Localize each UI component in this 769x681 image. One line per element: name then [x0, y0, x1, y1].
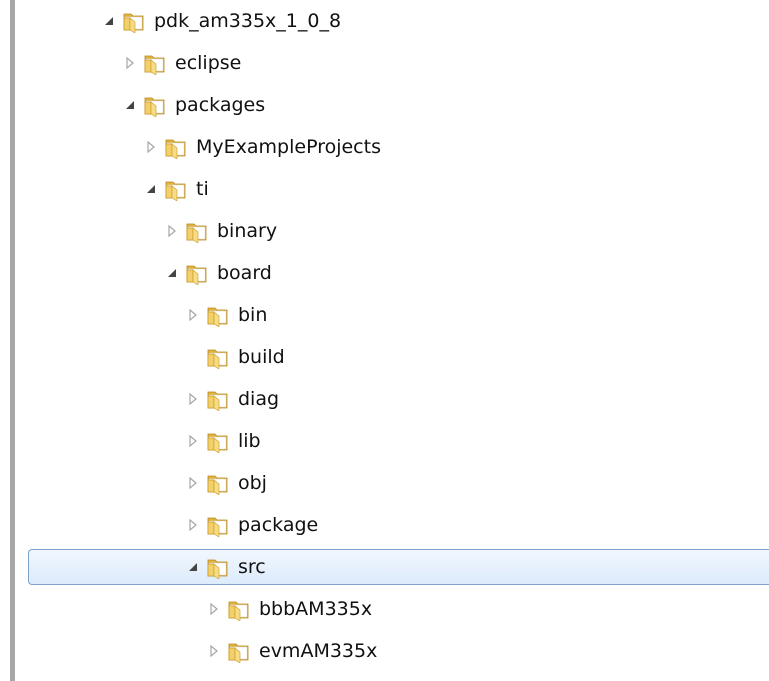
tree-item-label: lib: [238, 430, 261, 452]
tree-item-lib[interactable]: lib: [0, 421, 769, 461]
tree-item-diag[interactable]: diag: [0, 379, 769, 419]
tree-item-package[interactable]: package: [0, 505, 769, 545]
tree-item-eclipse[interactable]: eclipse: [0, 43, 769, 83]
selection-highlight: [28, 549, 769, 585]
folder-icon: [164, 135, 188, 159]
collapsed-arrow-icon[interactable]: [186, 517, 200, 533]
folder-icon: [206, 471, 230, 495]
tree-item-label: evmAM335x: [259, 640, 378, 662]
folder-icon: [164, 177, 188, 201]
folder-icon: [206, 345, 230, 369]
folder-icon: [227, 639, 251, 663]
folder-icon: [206, 303, 230, 327]
tree-item-bin[interactable]: bin: [0, 295, 769, 335]
tree-item-obj[interactable]: obj: [0, 463, 769, 503]
tree-item-label: MyExampleProjects: [196, 136, 381, 158]
collapsed-arrow-icon[interactable]: [207, 643, 221, 659]
expanded-arrow-icon[interactable]: [144, 181, 158, 197]
tree-item-label: binary: [217, 220, 278, 242]
expanded-arrow-icon[interactable]: [165, 265, 179, 281]
collapsed-arrow-icon[interactable]: [186, 433, 200, 449]
tree-item-packages[interactable]: packages: [0, 85, 769, 125]
expanded-arrow-icon[interactable]: [123, 97, 137, 113]
tree-item-build[interactable]: build: [0, 337, 769, 377]
tree-item-label: pdk_am335x_1_0_8: [154, 10, 342, 32]
tree-item-label: src: [238, 556, 266, 578]
tree-item-label: board: [217, 262, 272, 284]
tree-item-label: bin: [238, 304, 268, 326]
tree-item-label: packages: [175, 94, 266, 116]
collapsed-arrow-icon[interactable]: [186, 475, 200, 491]
collapsed-arrow-icon[interactable]: [186, 391, 200, 407]
tree-item-pdk-am335x-1-0-8[interactable]: pdk_am335x_1_0_8: [0, 1, 769, 41]
tree-item-ti[interactable]: ti: [0, 169, 769, 209]
tree-item-evmam335x[interactable]: evmAM335x: [0, 631, 769, 671]
folder-icon: [206, 513, 230, 537]
collapsed-arrow-icon[interactable]: [144, 139, 158, 155]
tree-item-binary[interactable]: binary: [0, 211, 769, 251]
tree-item-label: diag: [238, 388, 280, 410]
tree-item-label: bbbAM335x: [259, 598, 373, 620]
tree-item-label: package: [238, 514, 319, 536]
tree-item-label: build: [238, 346, 285, 368]
folder-icon: [185, 219, 209, 243]
expanded-arrow-icon[interactable]: [186, 559, 200, 575]
expanded-arrow-icon[interactable]: [102, 13, 116, 29]
folder-tree: pdk_am335x_1_0_8eclipse packages MyExample…: [0, 0, 769, 681]
collapsed-arrow-icon[interactable]: [165, 223, 179, 239]
collapsed-arrow-icon[interactable]: [207, 601, 221, 617]
tree-item-myexampleprojects[interactable]: MyExampleProjects: [0, 127, 769, 167]
tree-item-src[interactable]: src: [0, 547, 769, 587]
tree-item-label: eclipse: [175, 52, 242, 74]
folder-icon: [206, 555, 230, 579]
tree-item-board[interactable]: board: [0, 253, 769, 293]
folder-icon: [122, 9, 146, 33]
tree-item-label: obj: [238, 472, 267, 494]
tree-item-label: ti: [196, 178, 209, 200]
tree-item-bbbam335x[interactable]: bbbAM335x: [0, 589, 769, 629]
folder-icon: [185, 261, 209, 285]
folder-icon: [206, 387, 230, 411]
folder-icon: [143, 93, 167, 117]
folder-icon: [206, 429, 230, 453]
collapsed-arrow-icon[interactable]: [186, 307, 200, 323]
folder-icon: [227, 597, 251, 621]
collapsed-arrow-icon[interactable]: [123, 55, 137, 71]
folder-icon: [143, 51, 167, 75]
